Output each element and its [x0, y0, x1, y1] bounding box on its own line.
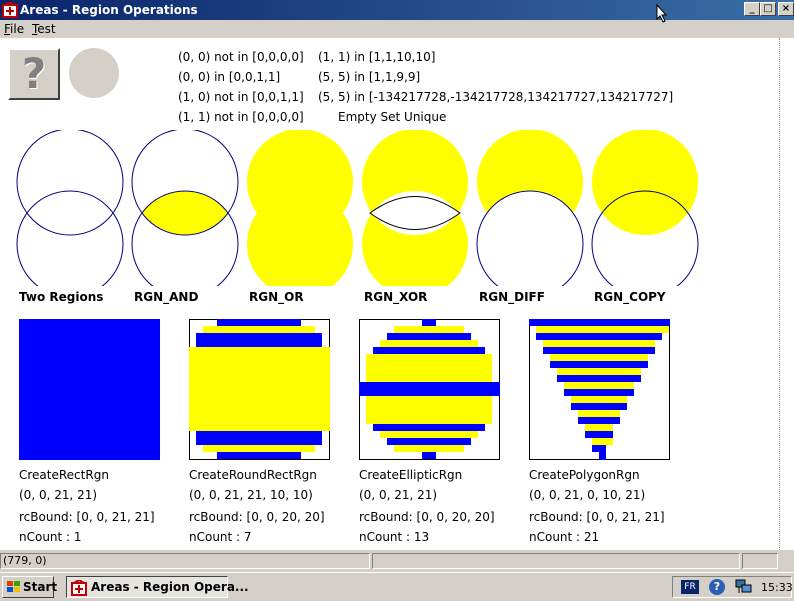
region-or — [247, 130, 353, 286]
help-icon: ? — [21, 49, 47, 98]
test-result: (1, 1) in [1,1,10,10] — [318, 50, 436, 64]
shape-name: CreateRectRgn — [19, 468, 109, 482]
clock[interactable]: 15:33 — [761, 581, 793, 594]
region-label: RGN_AND — [134, 290, 199, 304]
shape-bound: rcBound: [0, 0, 20, 20] — [189, 510, 325, 524]
menu-test[interactable]: Test — [32, 22, 56, 36]
close-button[interactable]: × — [778, 2, 794, 16]
minimize-button[interactable]: _ — [744, 2, 760, 16]
region-two-regions — [16, 130, 124, 286]
test-result: (5, 5) in [1,1,9,9] — [318, 70, 421, 84]
shape-count: nCount : 1 — [19, 530, 82, 544]
status-coords: (779, 0) — [0, 553, 370, 569]
shape-bound: rcBound: [0, 0, 21, 21] — [19, 510, 155, 524]
menu-bar: File Test — [0, 20, 794, 38]
shape-args: (0, 0, 21, 21) — [359, 488, 438, 502]
rect-rgn — [19, 319, 160, 460]
menu-file-rest: ile — [10, 22, 25, 36]
app-icon — [2, 2, 18, 18]
region-label: RGN_OR — [249, 290, 304, 304]
network-icon[interactable] — [735, 579, 753, 595]
region-diff — [476, 130, 584, 286]
language-indicator[interactable]: FR — [681, 580, 699, 594]
help-tray-icon[interactable]: ? — [709, 579, 725, 595]
taskbar: Start Areas - Region Opera... FR ? 15:33 — [0, 572, 794, 601]
shape-name: CreateEllipticRgn — [359, 468, 463, 482]
menu-file[interactable]: File — [4, 22, 24, 36]
test-result: (1, 1) not in [0,0,0,0] — [178, 110, 304, 124]
region-and — [131, 130, 239, 286]
shape-name: CreateRoundRectRgn — [189, 468, 317, 482]
shape-args: (0, 0, 21, 21) — [19, 488, 98, 502]
status-bar: (779, 0) — [0, 550, 794, 570]
cursor-icon — [656, 4, 668, 23]
shape-count: nCount : 7 — [189, 530, 252, 544]
shape-name: CreatePolygonRgn — [529, 468, 640, 482]
region-label: RGN_COPY — [594, 290, 666, 304]
polygon-rgn — [529, 319, 670, 460]
shape-count: nCount : 13 — [359, 530, 430, 544]
grey-circle-region — [69, 48, 119, 98]
shape-count: nCount : 21 — [529, 530, 600, 544]
start-button[interactable]: Start — [2, 576, 58, 598]
help-button[interactable]: ? — [8, 48, 60, 100]
test-result: (0, 0) in [0,0,1,1] — [178, 70, 281, 84]
client-edge — [779, 38, 794, 550]
taskbar-window-label: Areas - Region Opera... — [91, 580, 249, 594]
start-label: Start — [23, 580, 58, 594]
client-area: ? (0, 0) not in [0,0,0,0] (0, 0) in [0,0… — [0, 38, 779, 550]
status-pane — [372, 553, 740, 569]
taskbar-window-button[interactable]: Areas - Region Opera... — [66, 576, 249, 598]
status-pane — [742, 553, 778, 569]
region-copy — [591, 130, 699, 286]
elliptic-rgn — [359, 319, 500, 460]
region-label: RGN_DIFF — [479, 290, 545, 304]
shape-bound: rcBound: [0, 0, 21, 21] — [529, 510, 665, 524]
region-label: Two Regions — [19, 290, 104, 304]
test-result: (0, 0) not in [0,0,0,0] — [178, 50, 304, 64]
system-tray: FR ? 15:33 — [672, 576, 793, 598]
shape-args: (0, 0, 21, 0, 10, 21) — [529, 488, 646, 502]
region-label: RGN_XOR — [364, 290, 428, 304]
shape-args: (0, 0, 21, 21, 10, 10) — [189, 488, 313, 502]
test-result: (5, 5) in [-134217728,-134217728,1342177… — [318, 90, 674, 104]
test-result: Empty Set Unique — [338, 110, 447, 124]
maximize-button[interactable]: □ — [760, 2, 776, 16]
title-bar[interactable]: Areas - Region Operations _ □ × — [0, 0, 794, 20]
test-result: (1, 0) not in [0,0,1,1] — [178, 90, 304, 104]
app-icon — [71, 580, 87, 596]
shape-bound: rcBound: [0, 0, 20, 20] — [359, 510, 495, 524]
window-title: Areas - Region Operations — [20, 3, 198, 17]
roundrect-rgn — [189, 319, 330, 460]
menu-test-rest: est — [37, 22, 56, 36]
region-xor — [362, 130, 468, 286]
windows-logo-icon — [7, 581, 20, 592]
